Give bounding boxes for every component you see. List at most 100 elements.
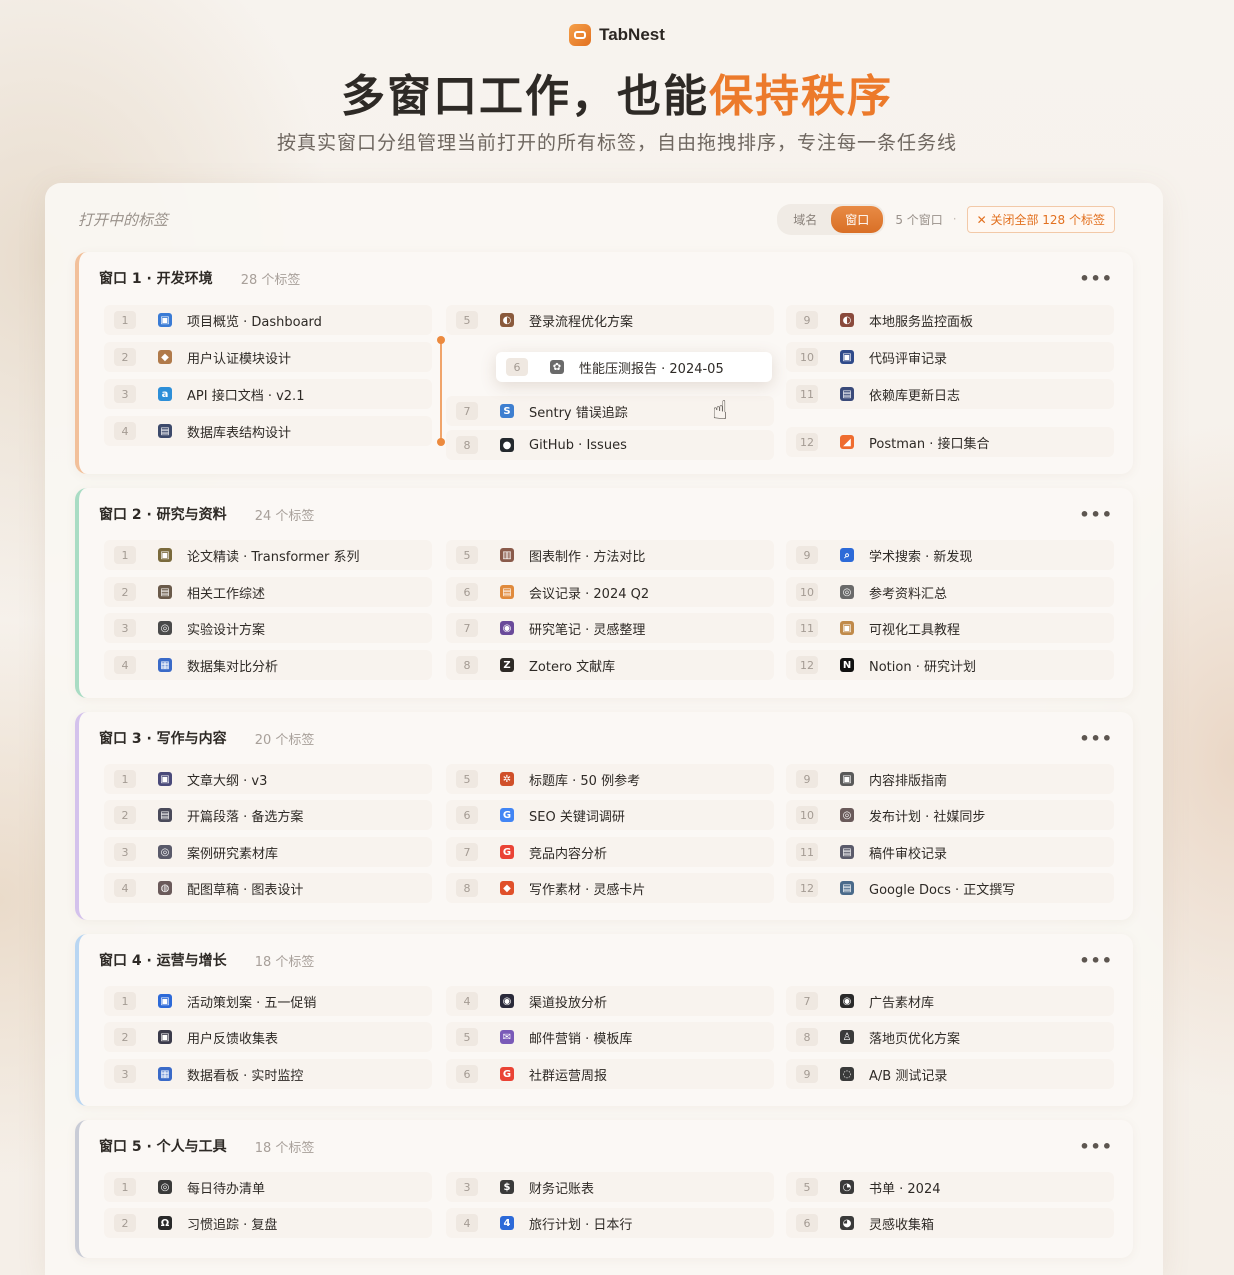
- tab-item[interactable]: 4 ▦ 数据集对比分析: [104, 650, 432, 680]
- tab-item[interactable]: 8 ◆ 写作素材 · 灵感卡片: [446, 873, 774, 903]
- changelog-icon: ▤: [840, 387, 854, 401]
- tab-item[interactable]: 2 ▣ 用户反馈收集表: [104, 1022, 432, 1052]
- api-doc-icon: a: [158, 387, 172, 401]
- tab-item[interactable]: 5 ▥ 图表制作 · 方法对比: [446, 540, 774, 570]
- tab-item[interactable]: 1 ◎ 每日待办清单: [104, 1172, 432, 1202]
- more-options-icon[interactable]: •••: [1079, 729, 1113, 748]
- code-review-icon: ▣: [840, 350, 854, 364]
- group-by-window-button[interactable]: 窗口: [831, 205, 884, 233]
- tab-item[interactable]: 5 ◔ 书单 · 2024: [786, 1172, 1114, 1202]
- ab-test-icon: ◌: [840, 1067, 854, 1081]
- tab-item[interactable]: 1 ▣ 活动策划案 · 五一促销: [104, 986, 432, 1016]
- tab-item[interactable]: 4 ◉ 渠道投放分析: [446, 986, 774, 1016]
- tab-item[interactable]: 3 ▦ 数据看板 · 实时监控: [104, 1059, 432, 1089]
- tab-item[interactable]: 2 Ω 习惯追踪 · 复盘: [104, 1208, 432, 1238]
- tutorial-icon: ▣: [840, 621, 854, 635]
- tab-index: 5: [456, 311, 478, 329]
- tab-item[interactable]: 1 ▣ 项目概览 · Dashboard: [104, 305, 432, 335]
- tab-title: 项目概览 · Dashboard: [187, 314, 322, 330]
- book-list-icon: ◔: [840, 1180, 854, 1194]
- dragging-tab[interactable]: 6 ✿ 性能压测报告 · 2024-05: [496, 352, 772, 382]
- tab-item[interactable]: 11 ▤ 稿件审校记录: [786, 837, 1114, 867]
- tab-item[interactable]: 10 ◎ 参考资料汇总: [786, 577, 1114, 607]
- tab-item[interactable]: 2 ▤ 开篇段落 · 备选方案: [104, 800, 432, 830]
- tab-item[interactable]: 2 ▤ 相关工作综述: [104, 577, 432, 607]
- tab-index: 3: [114, 1065, 136, 1083]
- more-options-icon[interactable]: •••: [1079, 1137, 1113, 1156]
- tab-index: 6: [506, 358, 528, 376]
- window-title: 窗口 5 · 个人与工具: [99, 1139, 227, 1155]
- tab-title: 旅行计划 · 日本行: [529, 1217, 633, 1233]
- tab-item[interactable]: 7 G 竞品内容分析: [446, 837, 774, 867]
- tab-index: 5: [456, 770, 478, 788]
- tab-item[interactable]: 6 ◕ 灵感收集箱: [786, 1208, 1114, 1238]
- tab-item[interactable]: 5 ✉ 邮件营销 · 模板库: [446, 1022, 774, 1052]
- tab-title: 广告素材库: [869, 995, 935, 1011]
- tab-item[interactable]: 12 ◢ Postman · 接口集合: [786, 427, 1114, 457]
- window-count: 5 个窗口: [895, 212, 943, 227]
- tab-title: 数据集对比分析: [187, 659, 279, 675]
- more-options-icon[interactable]: •••: [1079, 505, 1113, 524]
- hero-title-accent: 保持秩序: [709, 71, 893, 122]
- tab-title: 用户认证模块设计: [187, 351, 292, 367]
- tab-item[interactable]: 8 ♙ 落地页优化方案: [786, 1022, 1114, 1052]
- publish-icon: ◎: [840, 808, 854, 822]
- tab-item[interactable]: 9 ◌ A/B 测试记录: [786, 1059, 1114, 1089]
- finance-icon: $: [500, 1180, 514, 1194]
- hero-subtitle: 按真实窗口分组管理当前打开的所有标签，自由拖拽排序，专注每一条任务线: [276, 132, 957, 154]
- tab-title: 会议记录 · 2024 Q2: [529, 586, 650, 602]
- chart-icon: ▥: [500, 548, 514, 562]
- tab-index: 6: [456, 583, 478, 601]
- tab-item[interactable]: 1 ▣ 论文精读 · Transformer 系列: [104, 540, 432, 570]
- tab-item[interactable]: 4 ◍ 配图草稿 · 图表设计: [104, 873, 432, 903]
- brand: TabNest: [0, 24, 1234, 46]
- search-icon: ⌕: [840, 548, 854, 562]
- tab-title: Zotero 文献库: [529, 659, 616, 675]
- tab-title: 社群运营周报: [529, 1068, 608, 1084]
- tab-title: 性能压测报告 · 2024-05: [579, 361, 724, 377]
- tab-index: 9: [796, 546, 818, 564]
- group-by-domain-button[interactable]: 域名: [779, 206, 831, 233]
- tab-item[interactable]: 3 a API 接口文档 · v2.1: [104, 379, 432, 409]
- tab-item[interactable]: 10 ▣ 代码评审记录: [786, 342, 1114, 372]
- window-header: 窗口 3 · 写作与内容 20 个标签 •••: [99, 728, 1113, 748]
- tab-item[interactable]: 4 ▤ 数据库表结构设计: [104, 416, 432, 446]
- tab-item[interactable]: 8 Z Zotero 文献库: [446, 650, 774, 680]
- window-header: 窗口 4 · 运营与增长 18 个标签 •••: [99, 950, 1113, 970]
- proofread-icon: ▤: [840, 845, 854, 859]
- tab-item[interactable]: 10 ◎ 发布计划 · 社媒同步: [786, 800, 1114, 830]
- tab-item[interactable]: 9 ⌕ 学术搜索 · 新发现: [786, 540, 1114, 570]
- more-options-icon[interactable]: •••: [1079, 951, 1113, 970]
- close-all-tabs-button[interactable]: ✕ 关闭全部 128 个标签: [966, 205, 1115, 233]
- tab-item[interactable]: 2 ◆ 用户认证模块设计: [104, 342, 432, 372]
- tab-index: 8: [456, 656, 478, 674]
- tab-item[interactable]: 5 ◐ 登录流程优化方案: [446, 305, 774, 335]
- tab-item[interactable]: 1 ▣ 文章大纲 · v3: [104, 764, 432, 794]
- tab-item[interactable]: 3 $ 财务记账表: [446, 1172, 774, 1202]
- tab-index: 3: [114, 619, 136, 637]
- tab-item[interactable]: 6 ▤ 会议记录 · 2024 Q2: [446, 577, 774, 607]
- window-title: 窗口 3 · 写作与内容: [99, 731, 227, 747]
- tab-item[interactable]: 7 ◉ 研究笔记 · 灵感整理: [446, 613, 774, 643]
- tab-item[interactable]: 9 ◐ 本地服务监控面板: [786, 305, 1114, 335]
- tab-item[interactable]: 6 G SEO 关键词调研: [446, 800, 774, 830]
- tab-item[interactable]: 3 ◎ 案例研究素材库: [104, 837, 432, 867]
- tab-item[interactable]: 4 4 旅行计划 · 日本行: [446, 1208, 774, 1238]
- tab-item[interactable]: 9 ▣ 内容排版指南: [786, 764, 1114, 794]
- tab-index: 2: [114, 348, 136, 366]
- tab-title: Notion · 研究计划: [869, 659, 976, 675]
- drop-indicator: [437, 336, 445, 446]
- tab-item[interactable]: 11 ▣ 可视化工具教程: [786, 613, 1114, 643]
- tab-item[interactable]: 3 ◎ 实验设计方案: [104, 613, 432, 643]
- more-options-icon[interactable]: •••: [1079, 269, 1113, 288]
- tab-title: 落地页优化方案: [869, 1031, 961, 1047]
- tab-item[interactable]: 7 ◉ 广告素材库: [786, 986, 1114, 1016]
- window-title: 窗口 2 · 研究与资料: [99, 507, 227, 523]
- tab-item[interactable]: 5 ✲ 标题库 · 50 例参考: [446, 764, 774, 794]
- tab-item[interactable]: 11 ▤ 依赖库更新日志: [786, 379, 1114, 409]
- tab-item[interactable]: 12 N Notion · 研究计划: [786, 650, 1114, 680]
- tab-item[interactable]: 12 ▤ Google Docs · 正文撰写: [786, 873, 1114, 903]
- tab-item[interactable]: 8 ● GitHub · Issues: [446, 430, 774, 460]
- tab-item[interactable]: 6 G 社群运营周报: [446, 1059, 774, 1089]
- tab-index: 5: [456, 546, 478, 564]
